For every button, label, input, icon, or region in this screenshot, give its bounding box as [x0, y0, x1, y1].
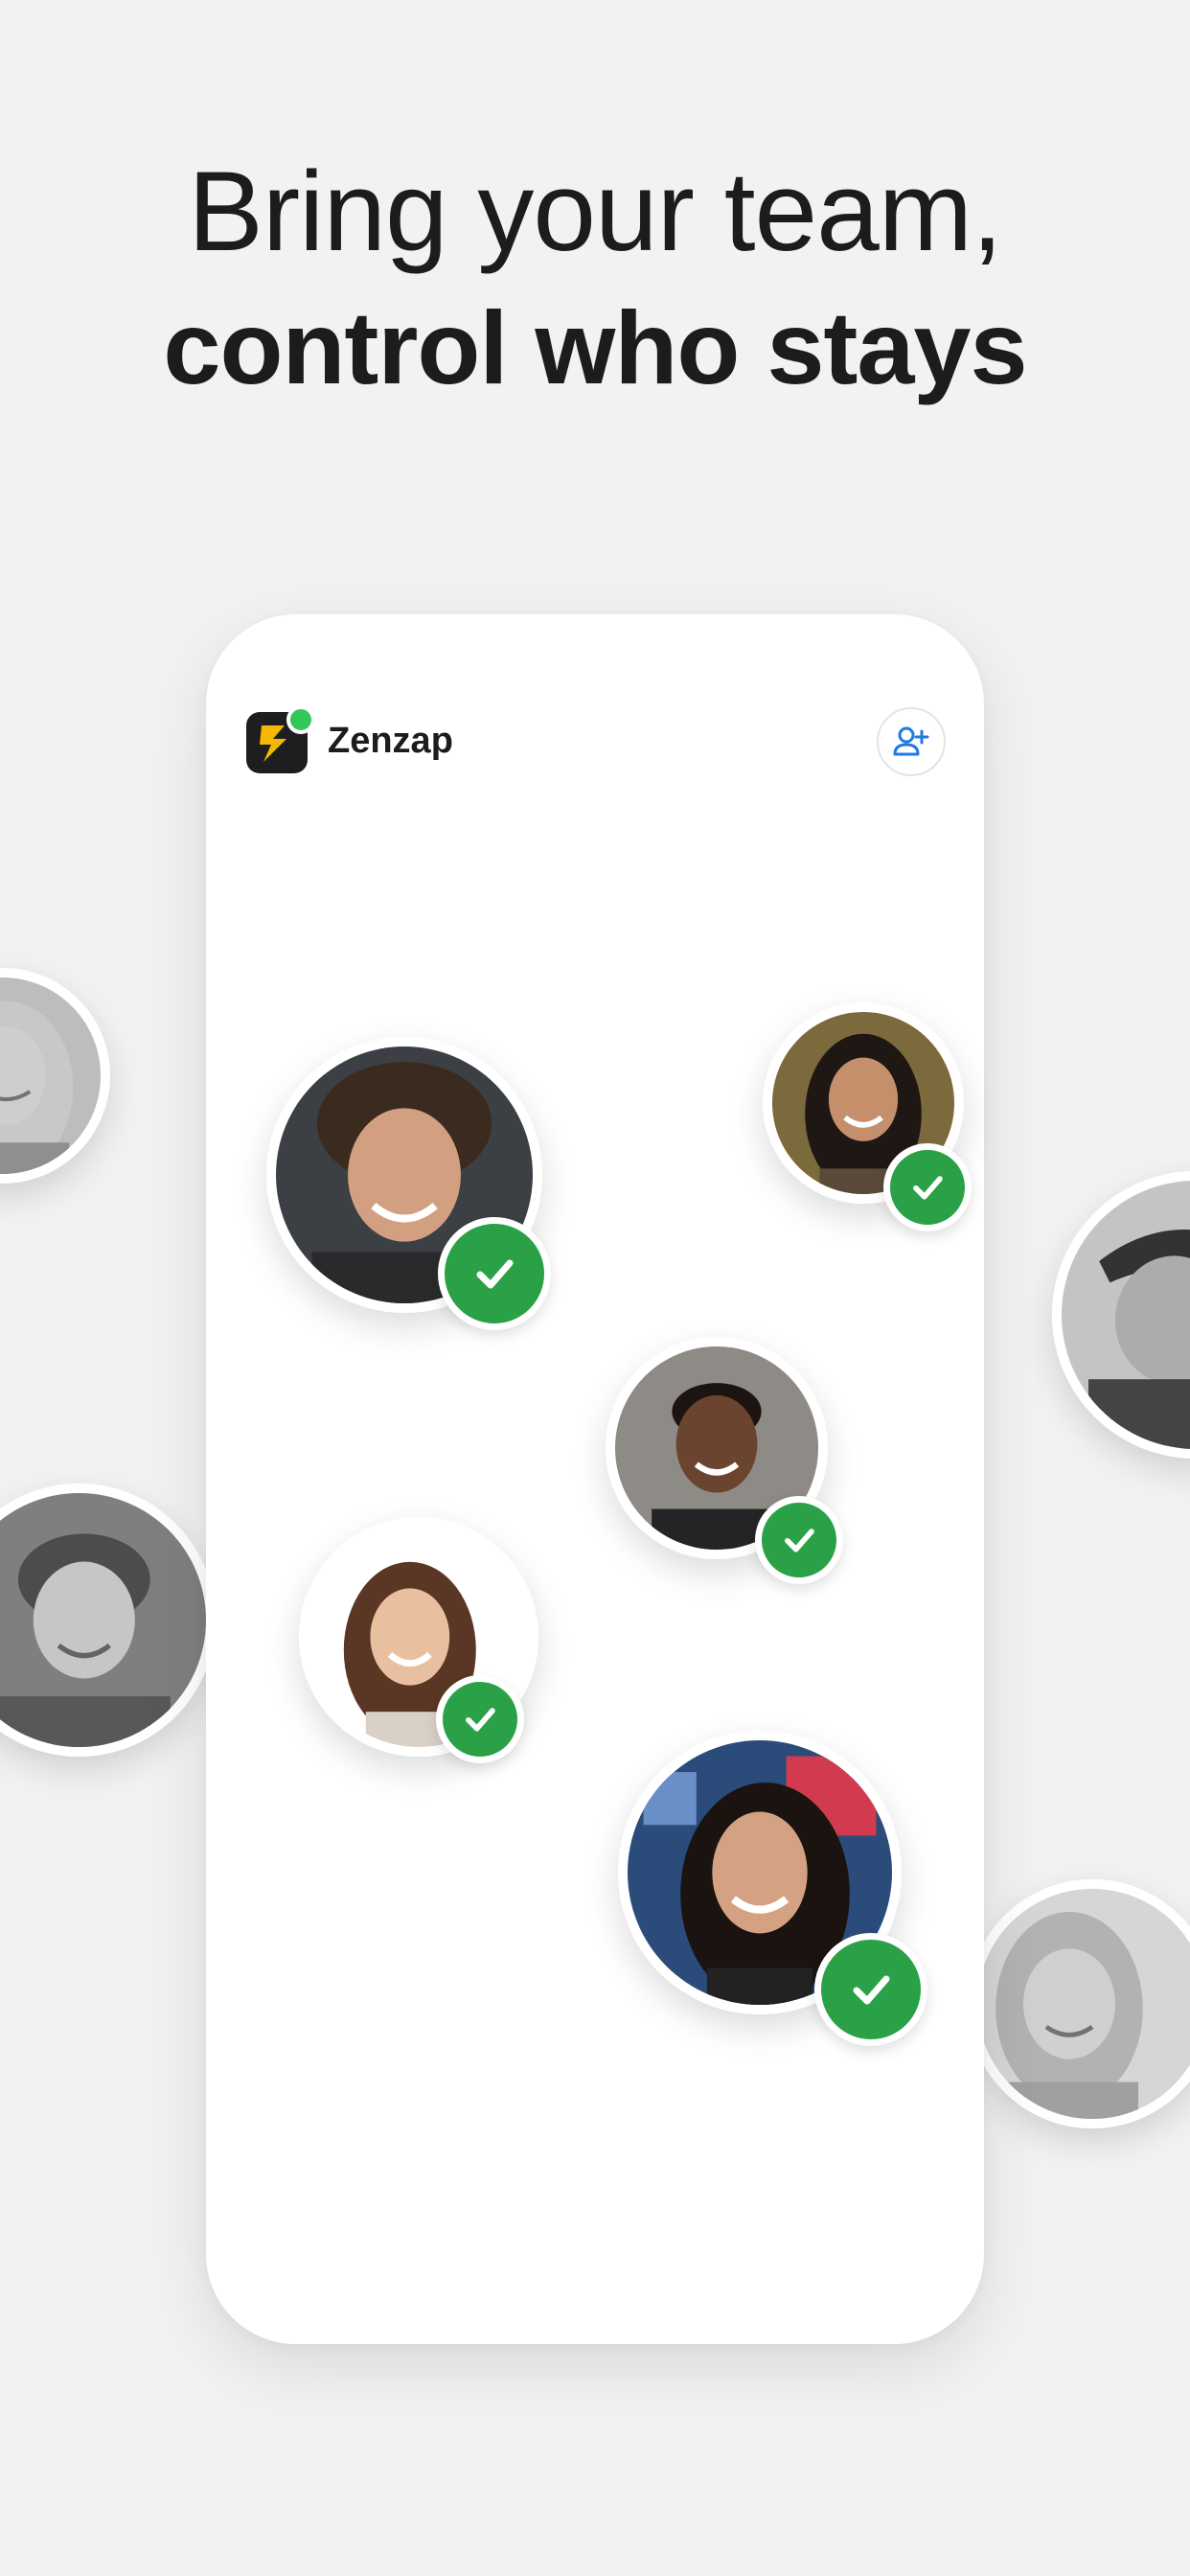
headline: Bring your team, control who stays [0, 144, 1190, 416]
avatar-outside-blonde-woman-left [0, 968, 110, 1184]
approved-check-icon [755, 1496, 843, 1584]
approved-check-icon [883, 1143, 972, 1231]
screen: Bring your team, control who stays Zenza… [0, 0, 1190, 2576]
headline-line-1: Bring your team, [188, 149, 1003, 275]
avatar-outside-man-with-cap-right [1052, 1171, 1190, 1459]
phone-card [206, 614, 984, 2344]
headline-line-2: control who stays [163, 289, 1027, 405]
online-dot-icon [286, 705, 315, 734]
avatar-outside-young-man-left [0, 1484, 216, 1757]
approved-check-icon [436, 1675, 524, 1763]
approved-check-icon [814, 1933, 927, 2046]
approved-check-icon [438, 1217, 551, 1330]
add-user-icon [893, 726, 929, 756]
add-user-button[interactable] [877, 707, 946, 776]
app-name: Zenzap [328, 721, 453, 761]
avatar-outside-blonde-woman-right [968, 1879, 1190, 2128]
